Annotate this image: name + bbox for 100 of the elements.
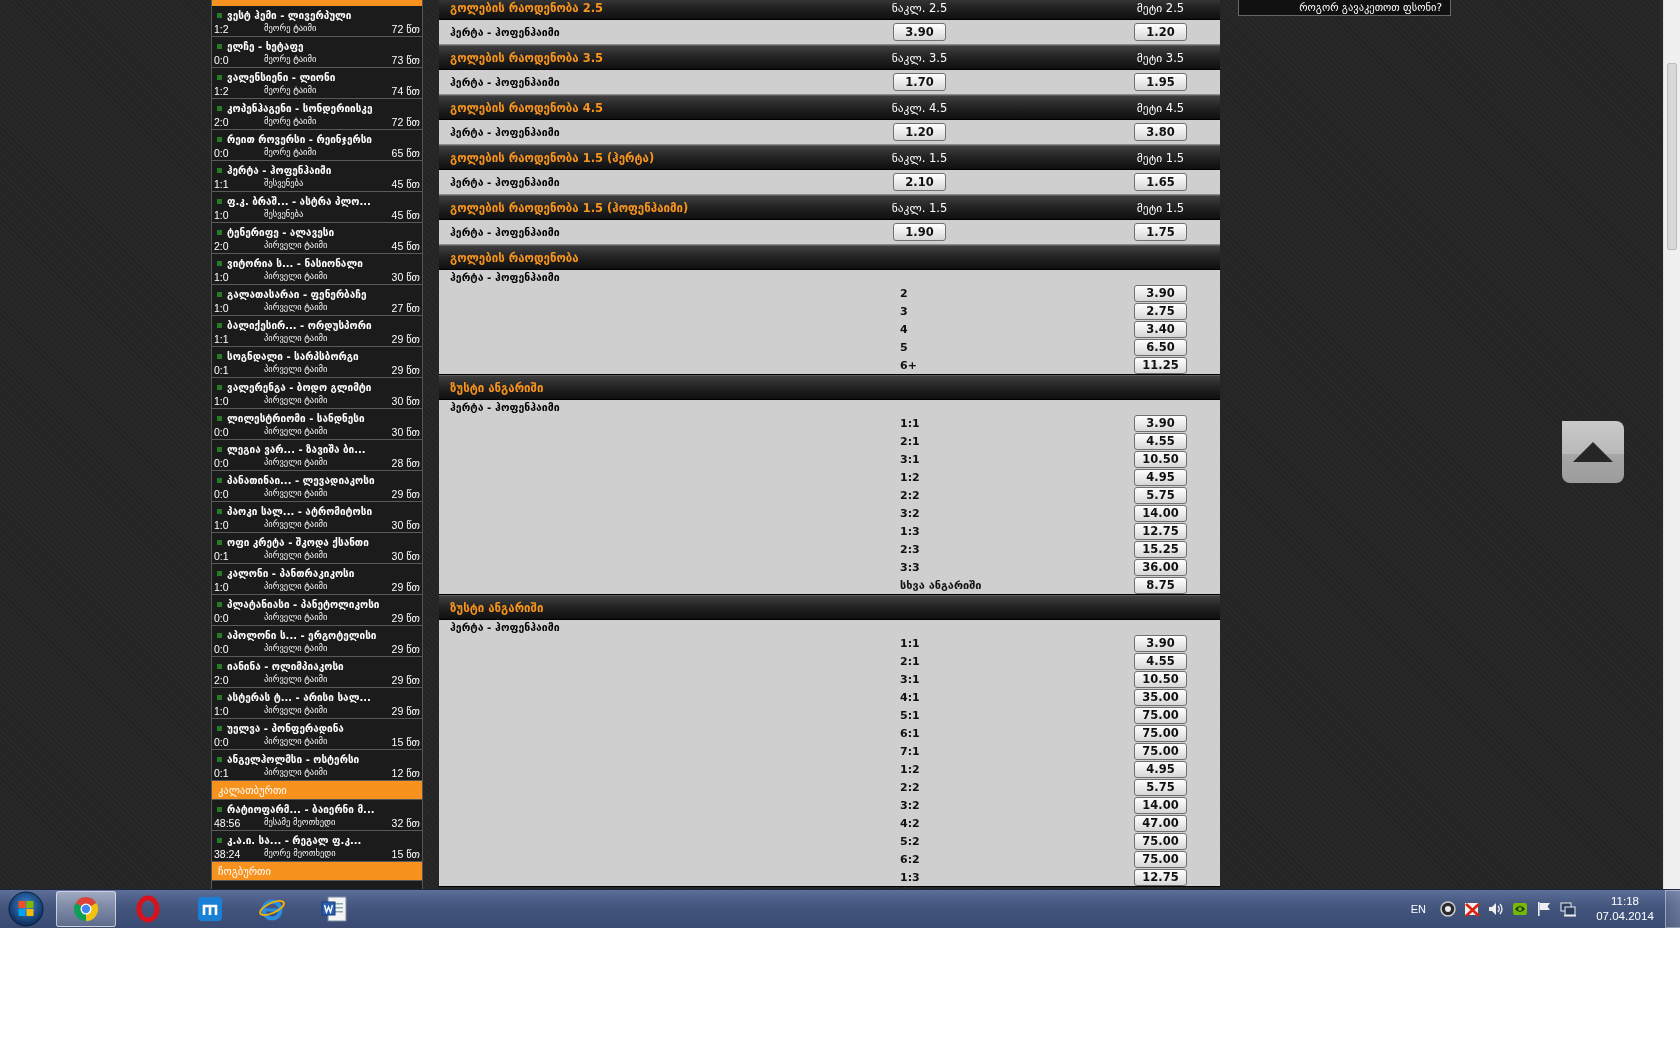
odds-button[interactable]: 15.25	[1134, 540, 1187, 558]
match-score: 0:1	[214, 363, 230, 376]
odds-button[interactable]: 4.95	[1134, 468, 1187, 486]
odds-button[interactable]: 10.50	[1134, 670, 1187, 688]
odds-button[interactable]: 2.10	[893, 173, 946, 191]
match-teams: ლილესტრიომი - სანდნესი	[227, 411, 365, 425]
odds-button[interactable]: 3.40	[1134, 320, 1187, 338]
clock-date: 07.04.2014	[1596, 909, 1654, 924]
odds-button[interactable]: 3.90	[1134, 414, 1187, 432]
odds-button[interactable]: 10.50	[1134, 450, 1187, 468]
segmented-circle-icon	[72, 895, 100, 923]
match-teams: რატიოფარმ... - ბაიერნი მ...	[227, 802, 375, 816]
odds-button[interactable]: 1.95	[1134, 73, 1187, 91]
odds-button[interactable]: 4.95	[1134, 760, 1187, 778]
odds-button[interactable]: 75.00	[1134, 724, 1187, 742]
odds-button[interactable]: 11.25	[1134, 356, 1187, 374]
market-title: გოლების რაოდენობა 3.5	[449, 50, 604, 65]
odds-button[interactable]: 8.75	[1134, 576, 1187, 594]
scrollbar[interactable]	[1663, 0, 1680, 889]
odds-button[interactable]: 3.90	[893, 23, 946, 41]
match-score: 1:0	[214, 580, 230, 593]
odds-button[interactable]: 14.00	[1134, 796, 1187, 814]
odds-button[interactable]: 3.90	[1134, 284, 1187, 302]
match-period: მეორე ტაიმი	[264, 54, 318, 65]
odds-button[interactable]: 6.50	[1134, 338, 1187, 356]
odds-button[interactable]: 1.20	[1134, 23, 1187, 41]
match-teams: ვიტორია ს... - ნასიონალი	[227, 256, 363, 270]
event-name: ჰერტა - ჰოფენჰაიმი	[449, 226, 560, 238]
outcome-label: 3:1	[900, 672, 920, 686]
match-period: შესვენება	[264, 178, 305, 189]
show-desktop-button[interactable]	[1665, 890, 1680, 928]
outcome-label: 3:1	[900, 452, 920, 466]
event-name: ჰერტა - ჰოფენჰაიმი	[449, 26, 560, 38]
speaker-icon[interactable]	[1488, 901, 1504, 917]
odds-button[interactable]: 35.00	[1134, 688, 1187, 706]
odds-button[interactable]: 47.00	[1134, 814, 1187, 832]
match-teams: ვესტ ჰემი - ლივერპული	[227, 8, 352, 22]
odds-button[interactable]: 2.75	[1134, 302, 1187, 320]
outcome-label: 1:3	[900, 524, 920, 538]
match-period: პირველი ტაიმი	[264, 674, 329, 685]
status-square-icon	[217, 198, 222, 204]
scroll-thumb[interactable]	[1667, 63, 1677, 250]
monitor-icon[interactable]	[1560, 901, 1576, 917]
status-square-icon	[217, 74, 222, 80]
outcome-label: 1:1	[900, 636, 920, 650]
clock-button[interactable]: 11:18 07.04.2014	[1593, 894, 1657, 924]
match-period: პირველი ტაიმი	[264, 457, 329, 468]
odds-button[interactable]: 3.90	[1134, 634, 1187, 652]
match-minute: 29 წთ	[391, 673, 420, 686]
status-square-icon	[217, 291, 222, 297]
odds-button[interactable]: 4.55	[1134, 652, 1187, 670]
odds-button[interactable]: 12.75	[1134, 868, 1187, 886]
odds-button[interactable]: 75.00	[1134, 742, 1187, 760]
odds-button[interactable]: 75.00	[1134, 706, 1187, 724]
match-period: მეორე ტაიმი	[264, 23, 318, 34]
status-square-icon	[217, 570, 222, 576]
language-indicator[interactable]: EN	[1410, 903, 1426, 915]
match-minute: 29 წთ	[391, 642, 420, 655]
disc-icon[interactable]	[1440, 901, 1456, 917]
flag-icon[interactable]	[1536, 901, 1552, 917]
odds-button[interactable]: 12.75	[1134, 522, 1187, 540]
match-minute: 65 წთ	[391, 146, 420, 159]
tile-icon	[196, 895, 224, 923]
cross-icon[interactable]	[1464, 901, 1480, 917]
odds-button[interactable]: 1.20	[893, 123, 946, 141]
status-square-icon	[217, 477, 222, 483]
match-minute: 29 წთ	[391, 580, 420, 593]
status-square-icon	[217, 756, 222, 762]
odds-button[interactable]: 5.75	[1134, 486, 1187, 504]
match-score: 0:0	[214, 735, 230, 748]
document-icon	[320, 895, 348, 923]
match-period: პირველი ტაიმი	[264, 302, 329, 313]
odds-button[interactable]: 3.80	[1134, 123, 1187, 141]
help-link[interactable]: როგორ გავაკეთოთ ფსონი?	[1238, 0, 1451, 16]
odds-button[interactable]: 1.65	[1134, 173, 1187, 191]
match-score: 38:24	[214, 847, 242, 860]
status-square-icon	[217, 12, 222, 18]
match-teams: კოპენჰაგენი - სონდერიისკე	[227, 101, 373, 115]
odds-button[interactable]: 75.00	[1134, 832, 1187, 850]
match-minute: 45 წთ	[391, 208, 420, 221]
odds-button[interactable]: 36.00	[1134, 558, 1187, 576]
match-score: 1:2	[214, 22, 230, 35]
status-square-icon	[217, 260, 222, 266]
status-square-icon	[217, 353, 222, 359]
odds-button[interactable]: 1.90	[893, 223, 946, 241]
odds-button[interactable]: 1.75	[1134, 223, 1187, 241]
odds-button[interactable]: 5.75	[1134, 778, 1187, 796]
match-teams: გალათასარაი - ფენერბაჩე	[227, 287, 367, 301]
market-title: გოლების რაოდენობა 4.5	[449, 100, 604, 115]
odds-button[interactable]: 75.00	[1134, 850, 1187, 868]
odds-button[interactable]: 1.70	[893, 73, 946, 91]
taskbar-app-button[interactable]	[56, 891, 116, 927]
scroll-top-button[interactable]	[1562, 421, 1624, 483]
odds-button[interactable]: 14.00	[1134, 504, 1187, 522]
outcome-label: 5:1	[900, 708, 920, 722]
swirl-icon[interactable]	[1512, 901, 1528, 917]
match-score: 1:0	[214, 208, 230, 221]
odds-button[interactable]: 4.55	[1134, 432, 1187, 450]
match-score: 1:2	[214, 84, 230, 97]
match-minute: 29 წთ	[391, 363, 420, 376]
